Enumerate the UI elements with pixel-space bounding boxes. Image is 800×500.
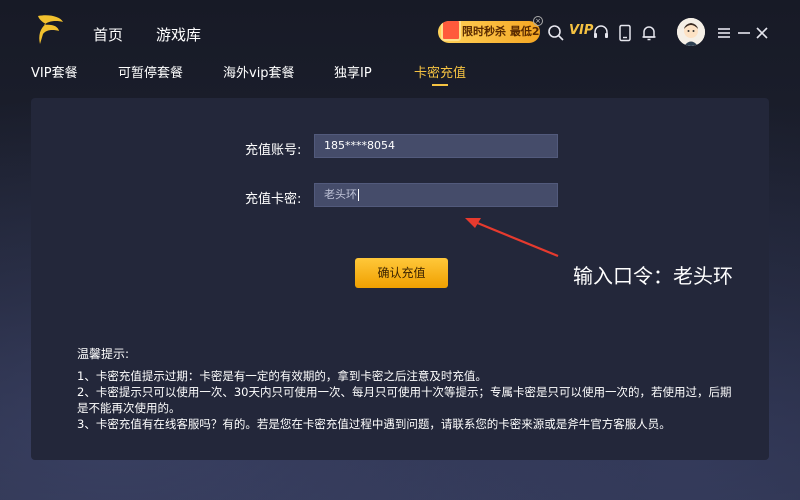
avatar[interactable] [677, 18, 705, 46]
annotation-text: 输入口令：老头环 [573, 264, 733, 288]
phone-icon[interactable] [616, 24, 634, 42]
tab-vip-package[interactable]: VIP套餐 [31, 62, 78, 81]
tip-line: 1、卡密充值提示过期：卡密是有一定的有效期的，拿到卡密之后注意及时充值。 [77, 369, 487, 383]
close-icon[interactable] [755, 26, 769, 40]
text-caret [358, 189, 359, 201]
search-icon[interactable] [547, 24, 565, 42]
minimize-icon[interactable] [737, 26, 751, 40]
nav-home[interactable]: 首页 [93, 24, 123, 45]
recharge-panel: 充值账号: 185****8054 充值卡密: 老头环 确认充值 输入口令：老头… [31, 98, 769, 460]
tab-overseas-vip[interactable]: 海外vip套餐 [223, 62, 295, 81]
title-bar: 首页 游戏库 限时秒杀 最低2折 × VIP [0, 0, 800, 56]
tip-line: 2、卡密提示只可以使用一次、30天内只可使用一次、每月只可使用十次等提示；专属卡… [77, 385, 732, 415]
card-key-input[interactable]: 老头环 [314, 183, 558, 207]
headset-icon[interactable] [592, 24, 610, 42]
annotation-arrow-icon [465, 218, 559, 258]
account-field[interactable]: 185****8054 [314, 134, 558, 158]
account-label: 充值账号: [245, 143, 302, 158]
tab-dedicated-ip[interactable]: 独享IP [334, 62, 372, 81]
tab-pausable-package[interactable]: 可暂停套餐 [118, 62, 183, 81]
user-avatar-icon [677, 18, 705, 46]
vip-badge[interactable]: VIP [569, 23, 593, 38]
tips-title: 温馨提示: [77, 347, 130, 361]
active-tab-indicator [432, 84, 448, 86]
promo-close-icon[interactable]: × [533, 16, 543, 26]
nav-game-library[interactable]: 游戏库 [156, 24, 201, 45]
menu-icon[interactable] [717, 26, 731, 40]
promo-banner[interactable]: 限时秒杀 最低2折 [438, 21, 540, 43]
bell-icon[interactable] [640, 24, 658, 42]
logo-icon [38, 15, 63, 44]
card-key-label: 充值卡密: [245, 192, 302, 207]
gift-icon [441, 21, 461, 41]
confirm-recharge-button[interactable]: 确认充值 [355, 258, 448, 288]
tip-line: 3、卡密充值有在线客服吗？有的。若是您在卡密充值过程中遇到问题，请联系您的卡密来… [77, 417, 671, 431]
promo-text: 限时秒杀 最低2折 [462, 25, 540, 38]
tab-card-recharge[interactable]: 卡密充值 [414, 62, 466, 81]
card-key-value: 老头环 [324, 188, 357, 201]
